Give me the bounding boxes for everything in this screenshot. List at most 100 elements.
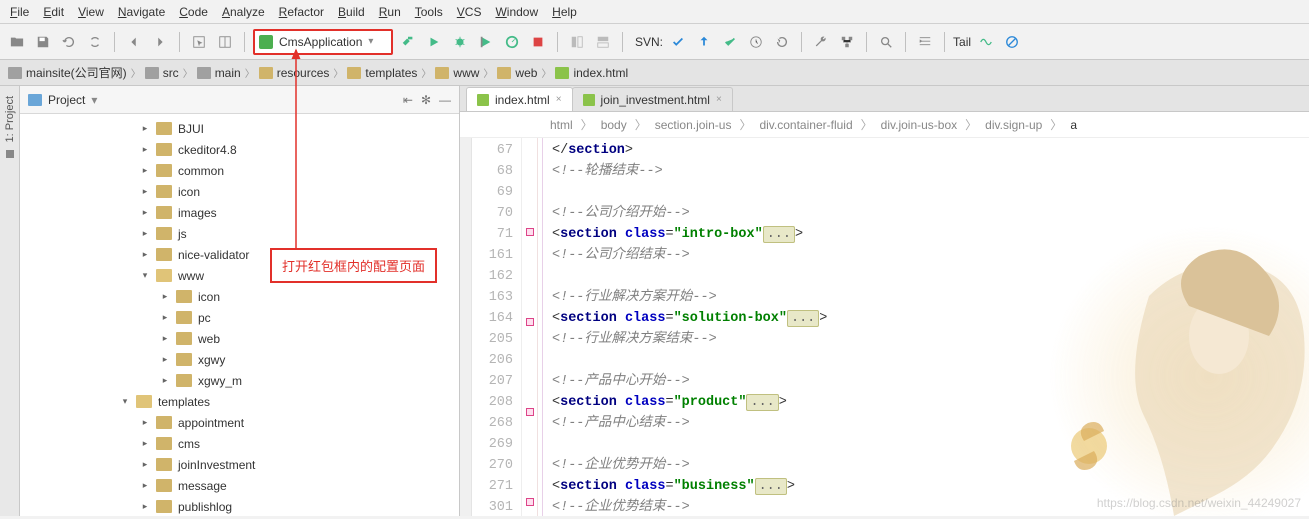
expand-icon[interactable]: ▸ (140, 249, 150, 260)
select-icon[interactable] (188, 31, 210, 53)
build-hammer-icon[interactable] (397, 31, 419, 53)
tree-node[interactable]: ▸common (20, 160, 459, 181)
tail-status-icon[interactable] (975, 31, 997, 53)
ed-crumb[interactable]: html (550, 118, 573, 132)
tree-node[interactable]: ▸publishlog (20, 496, 459, 516)
run-play-icon[interactable] (423, 31, 445, 53)
crumb-2[interactable]: main (197, 66, 241, 80)
svn-update-icon[interactable] (693, 31, 715, 53)
menu-code[interactable]: Code (179, 5, 208, 19)
tree-node[interactable]: ▾templates (20, 391, 459, 412)
tree-node[interactable]: ▸appointment (20, 412, 459, 433)
ed-crumb[interactable]: a (1070, 118, 1077, 132)
expand-icon[interactable]: ▸ (160, 291, 170, 302)
expand-icon[interactable]: ▸ (140, 417, 150, 428)
hide-icon[interactable]: — (439, 93, 451, 107)
layout-icon[interactable] (214, 31, 236, 53)
crumb-4[interactable]: templates (347, 66, 417, 80)
layout2-icon[interactable] (592, 31, 614, 53)
open-icon[interactable] (6, 31, 28, 53)
debug-icon[interactable] (449, 31, 471, 53)
ed-crumb[interactable]: div.join-us-box (881, 118, 957, 132)
ed-crumb[interactable]: div.container-fluid (759, 118, 852, 132)
menu-refactor[interactable]: Refactor (279, 5, 324, 19)
close-tab-icon[interactable]: × (716, 94, 722, 105)
tree-node[interactable]: ▸icon (20, 181, 459, 202)
tree-node[interactable]: ▸web (20, 328, 459, 349)
crumb-5[interactable]: www (435, 66, 479, 80)
sync-icon[interactable] (84, 31, 106, 53)
expand-icon[interactable]: ▸ (140, 228, 150, 239)
tree-node[interactable]: ▸message (20, 475, 459, 496)
menu-build[interactable]: Build (338, 5, 365, 19)
crumb-6[interactable]: web (497, 66, 537, 80)
editor-tab[interactable]: join_investment.html× (572, 87, 733, 111)
expand-icon[interactable]: ▸ (140, 207, 150, 218)
svn-commit-icon[interactable] (719, 31, 741, 53)
expand-icon[interactable]: ▸ (140, 501, 150, 512)
menu-vcs[interactable]: VCS (457, 5, 482, 19)
expand-icon[interactable]: ▸ (140, 459, 150, 470)
search-icon[interactable] (875, 31, 897, 53)
save-icon[interactable] (32, 31, 54, 53)
menu-help[interactable]: Help (552, 5, 577, 19)
svn-history-icon[interactable] (745, 31, 767, 53)
menu-navigate[interactable]: Navigate (118, 5, 165, 19)
code-lines[interactable]: </section><!--轮播结束--> <!--公司介绍开始--><sect… (538, 138, 1309, 516)
expand-icon[interactable]: ▸ (140, 123, 150, 134)
menu-file[interactable]: File (10, 5, 29, 19)
expand-icon[interactable]: ▸ (140, 165, 150, 176)
tree-node[interactable]: ▸xgwy (20, 349, 459, 370)
crumb-7[interactable]: index.html (555, 66, 628, 80)
layout1-icon[interactable] (566, 31, 588, 53)
indent-icon[interactable] (914, 31, 936, 53)
back-icon[interactable] (123, 31, 145, 53)
menu-window[interactable]: Window (495, 5, 538, 19)
settings-wrench-icon[interactable] (810, 31, 832, 53)
fold-marks[interactable] (522, 138, 538, 516)
expand-icon[interactable]: ▸ (140, 144, 150, 155)
expand-icon[interactable]: ▸ (160, 312, 170, 323)
ed-crumb[interactable]: div.sign-up (985, 118, 1042, 132)
crumb-1[interactable]: src (145, 66, 179, 80)
ed-crumb[interactable]: section.join-us (655, 118, 732, 132)
editor-tab[interactable]: index.html× (466, 87, 573, 111)
gear-icon[interactable]: ✻ (421, 93, 431, 107)
tree-node[interactable]: ▸xgwy_m (20, 370, 459, 391)
project-dropdown-icon[interactable]: ▾ (91, 93, 97, 107)
refresh-icon[interactable] (58, 31, 80, 53)
ed-crumb[interactable]: body (601, 118, 627, 132)
expand-icon[interactable]: ▾ (120, 396, 130, 407)
crumb-0[interactable]: mainsite(公司官网) (8, 64, 127, 81)
expand-icon[interactable]: ▸ (160, 375, 170, 386)
tree-node[interactable]: ▸icon (20, 286, 459, 307)
svn-revert-icon[interactable] (771, 31, 793, 53)
crumb-3[interactable]: resources (259, 66, 330, 80)
expand-icon[interactable]: ▸ (160, 333, 170, 344)
forward-icon[interactable] (149, 31, 171, 53)
menu-tools[interactable]: Tools (415, 5, 443, 19)
tree-node[interactable]: ▸joinInvestment (20, 454, 459, 475)
run-configuration-dropdown[interactable]: CmsApplication ▾ (253, 29, 393, 55)
tree-node[interactable]: ▸js (20, 223, 459, 244)
stop-icon[interactable] (527, 31, 549, 53)
menu-edit[interactable]: Edit (43, 5, 64, 19)
tree-node[interactable]: ▸ckeditor4.8 (20, 139, 459, 160)
no-entry-icon[interactable] (1001, 31, 1023, 53)
collapse-icon[interactable]: ⇤ (403, 93, 413, 107)
menu-run[interactable]: Run (379, 5, 401, 19)
tree-node[interactable]: ▸cms (20, 433, 459, 454)
close-tab-icon[interactable]: × (556, 94, 562, 105)
expand-icon[interactable]: ▸ (160, 354, 170, 365)
tree-node[interactable]: ▸pc (20, 307, 459, 328)
expand-icon[interactable]: ▾ (140, 270, 150, 281)
structure-icon[interactable] (836, 31, 858, 53)
profile-icon[interactable] (501, 31, 523, 53)
svn-check-icon[interactable] (667, 31, 689, 53)
tree-node[interactable]: ▸BJUI (20, 118, 459, 139)
menu-view[interactable]: View (78, 5, 104, 19)
expand-icon[interactable]: ▸ (140, 438, 150, 449)
coverage-icon[interactable] (475, 31, 497, 53)
menu-analyze[interactable]: Analyze (222, 5, 265, 19)
tree-node[interactable]: ▸images (20, 202, 459, 223)
